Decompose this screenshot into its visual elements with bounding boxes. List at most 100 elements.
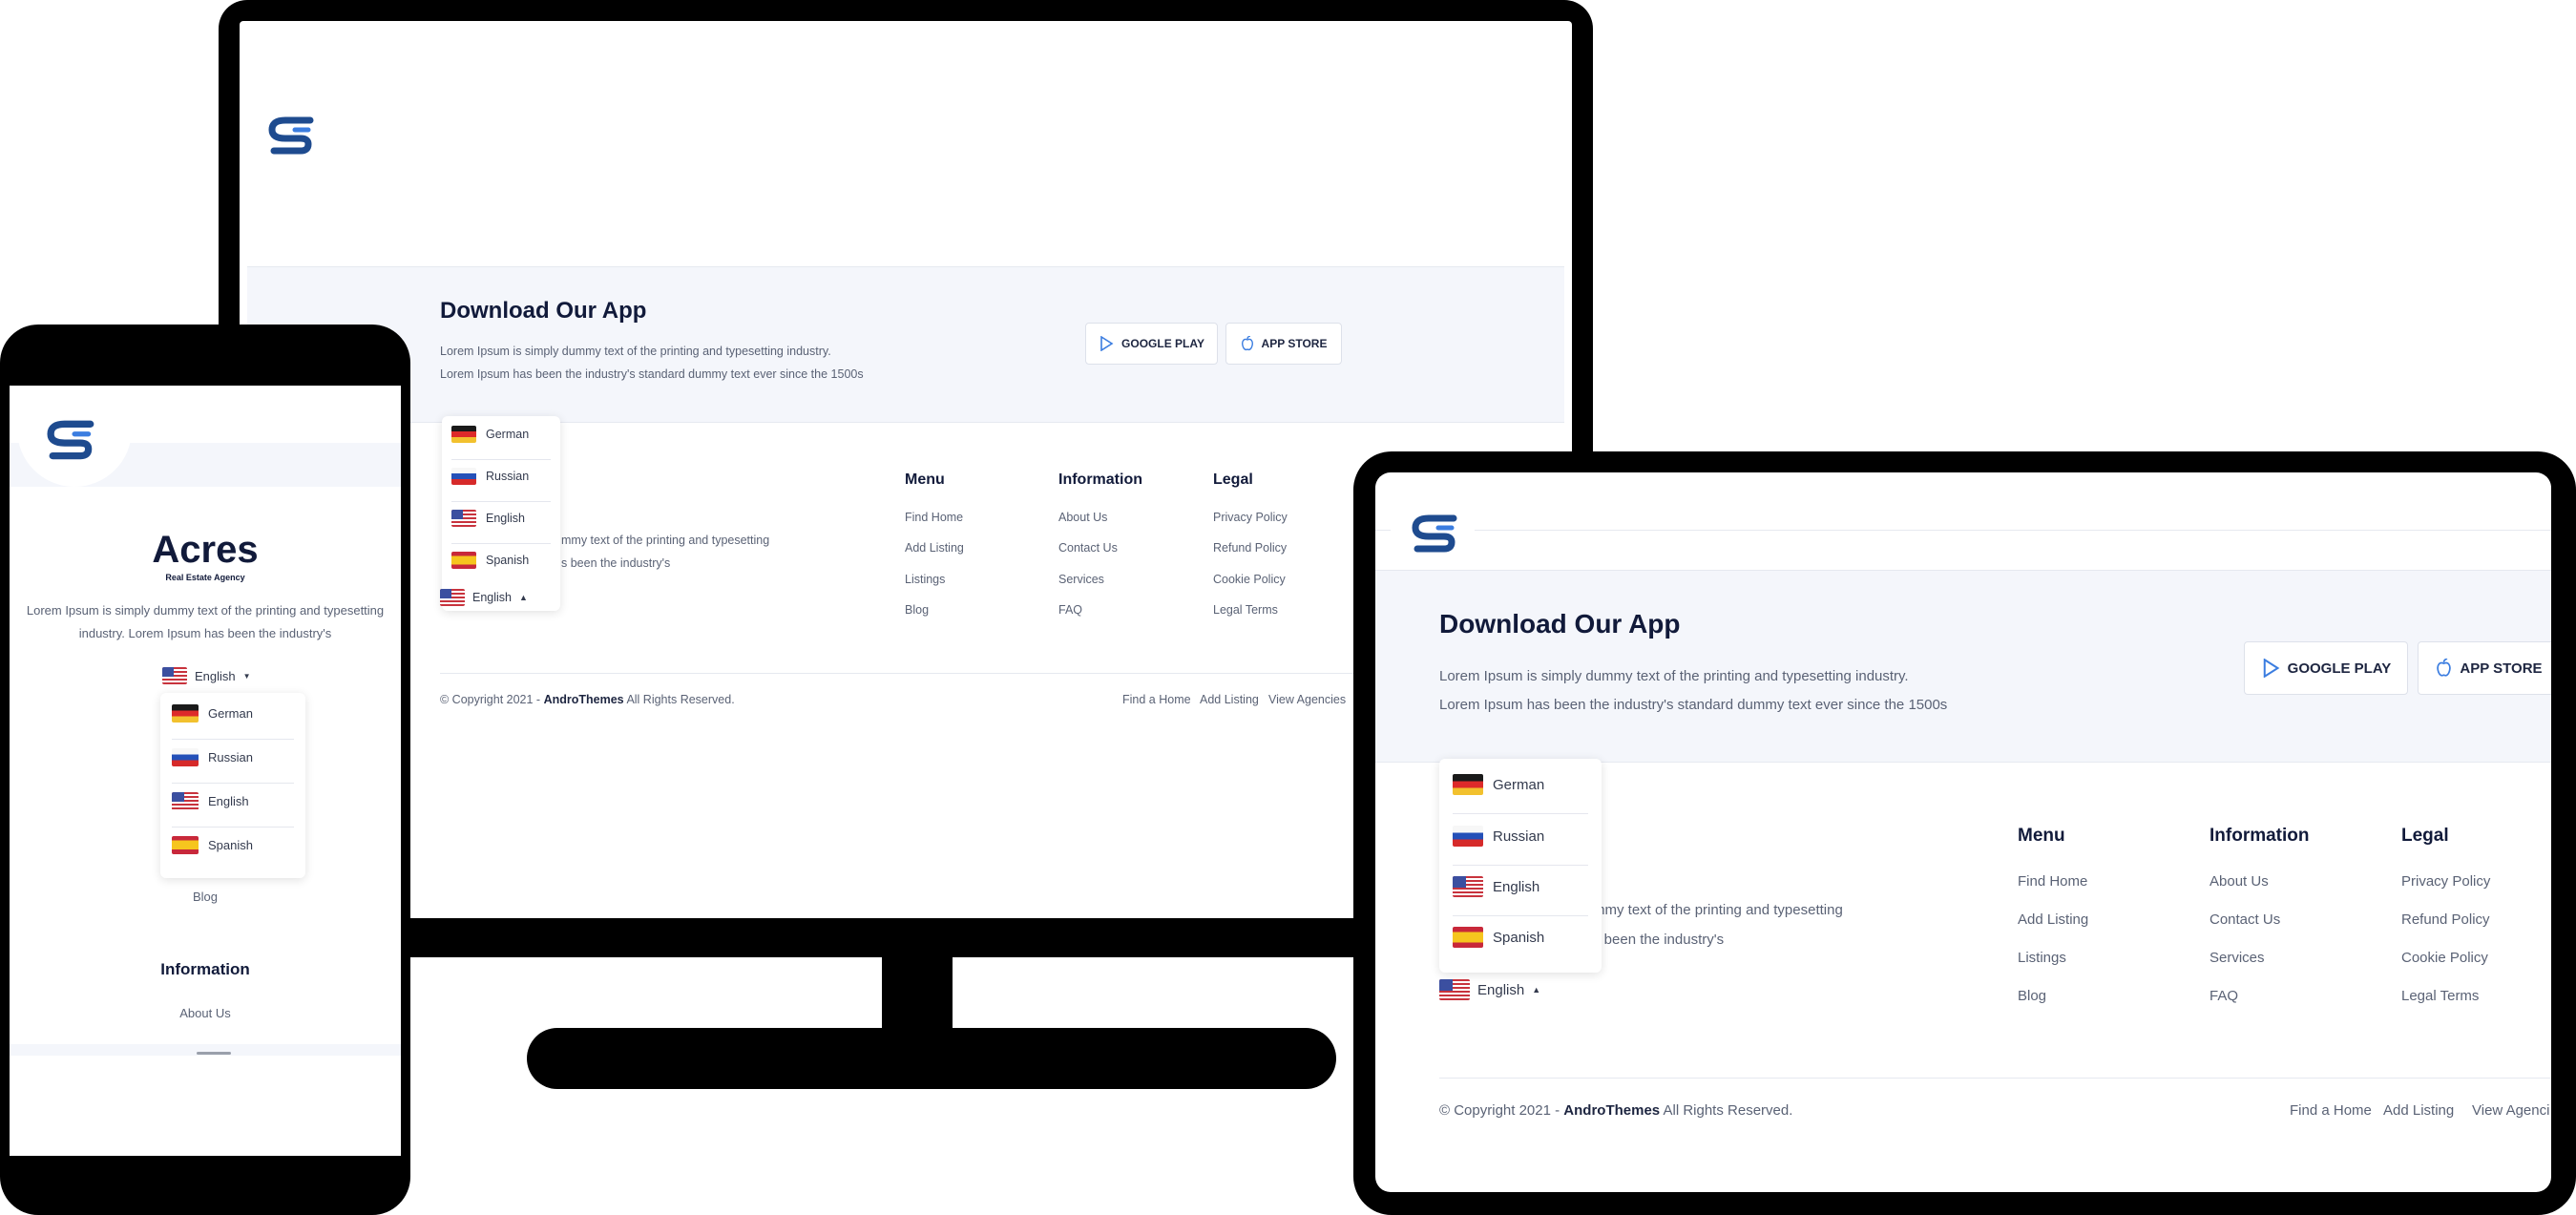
footer-link-about-us[interactable]: About Us — [1058, 511, 1107, 524]
footer-link-blog[interactable]: Blog — [905, 603, 929, 617]
footer-link-refund-policy[interactable]: Refund Policy — [2401, 911, 2490, 928]
language-option-english[interactable]: English — [172, 792, 249, 810]
monitor-stand-base — [527, 1028, 1336, 1089]
language-option-label: Spanish — [1493, 929, 1545, 946]
language-option-label: German — [208, 706, 253, 721]
language-option-german[interactable]: German — [451, 426, 529, 443]
russia-flag-icon — [451, 468, 476, 485]
footer-link-faq[interactable]: FAQ — [1058, 603, 1082, 617]
language-option-russian[interactable]: Russian — [451, 468, 529, 485]
app-store-button[interactable]: APP STORE — [1225, 323, 1342, 365]
footer-link-legal-terms[interactable]: Legal Terms — [1213, 603, 1278, 617]
tablet-screen: Download Our App Lorem Ipsum is simply d… — [1375, 472, 2551, 1192]
language-option-german[interactable]: German — [1453, 774, 1544, 795]
app-store-label: APP STORE — [2460, 660, 2543, 677]
footer-link-cookie-policy[interactable]: Cookie Policy — [1213, 573, 1286, 586]
download-app-title: Download Our App — [440, 298, 647, 324]
language-selector[interactable]: English ▲ — [1439, 979, 1540, 1000]
footer-link-find-home[interactable]: Find Home — [905, 511, 963, 524]
russia-flag-icon — [172, 748, 199, 766]
footer-link-find-home[interactable]: Find Home — [2018, 873, 2087, 890]
google-play-label: GOOGLE PLAY — [2287, 660, 2392, 677]
dropdown-divider — [1453, 813, 1588, 814]
spain-flag-icon — [1453, 927, 1483, 948]
sp-logo-icon[interactable] — [1409, 511, 1464, 558]
language-option-label: Russian — [486, 470, 530, 483]
footer-link-add-listing[interactable]: Add Listing — [905, 541, 964, 555]
footer-link-privacy-policy[interactable]: Privacy Policy — [1213, 511, 1288, 524]
google-play-button[interactable]: GOOGLE PLAY — [2244, 641, 2408, 695]
language-option-label: English — [1493, 878, 1540, 895]
footer-link-services[interactable]: Services — [2209, 950, 2265, 966]
dropdown-divider — [451, 459, 551, 460]
footer-link-blog[interactable]: Blog — [2018, 988, 2046, 1004]
footer-link-listings[interactable]: Listings — [2018, 950, 2066, 966]
language-option-spanish[interactable]: Spanish — [1453, 927, 1544, 948]
language-dropdown: German Russian English Spanish — [160, 693, 305, 878]
language-option-russian[interactable]: Russian — [1453, 826, 1544, 847]
dropdown-divider — [1453, 915, 1588, 916]
language-selected-label: English — [195, 668, 236, 683]
spain-flag-icon — [451, 552, 476, 569]
language-option-english[interactable]: English — [1453, 876, 1539, 897]
phone-link-about-us[interactable]: About Us — [10, 1006, 401, 1020]
language-option-german[interactable]: German — [172, 704, 253, 723]
google-play-label: GOOGLE PLAY — [1121, 337, 1204, 350]
language-option-label: English — [208, 794, 249, 808]
russia-flag-icon — [1453, 826, 1483, 847]
sp-logo-icon[interactable] — [266, 113, 320, 160]
caret-up-icon: ▲ — [1532, 985, 1541, 995]
usa-flag-icon — [440, 589, 465, 606]
download-app-text-2: Lorem Ipsum has been the industry's stan… — [440, 367, 864, 381]
dropdown-divider — [172, 739, 294, 740]
copyright-text: © Copyright 2021 - AndroThemes All Right… — [440, 693, 735, 706]
usa-flag-icon — [172, 792, 199, 810]
about-text-partial-1: mmy text of the printing and typesetting — [561, 534, 770, 547]
usa-flag-icon — [1439, 979, 1470, 1000]
footer-link-listings[interactable]: Listings — [905, 573, 945, 586]
footer-link-refund-policy[interactable]: Refund Policy — [1213, 541, 1287, 555]
caret-up-icon: ▲ — [519, 593, 528, 602]
phone-link-blog[interactable]: Blog — [193, 890, 218, 904]
language-option-spanish[interactable]: Spanish — [172, 836, 253, 854]
footer-divider — [1439, 1078, 2551, 1079]
footer-link-contact-us[interactable]: Contact Us — [2209, 911, 2280, 928]
footer-link-about-us[interactable]: About Us — [2209, 873, 2269, 890]
phone-home-indicator — [197, 1052, 231, 1055]
language-option-label: Spanish — [208, 838, 253, 852]
bottom-link-add-listing[interactable]: Add Listing — [2383, 1102, 2454, 1119]
bottom-link-view-agencies[interactable]: View Agenci — [2472, 1102, 2549, 1119]
app-store-button[interactable]: APP STORE — [2418, 641, 2551, 695]
about-text-partial-2: s been the industry's — [1593, 932, 1725, 948]
brand-tagline: Real Estate Agency — [165, 573, 245, 582]
footer-link-services[interactable]: Services — [1058, 573, 1104, 586]
language-option-english[interactable]: English — [451, 510, 525, 527]
footer-link-contact-us[interactable]: Contact Us — [1058, 541, 1118, 555]
sp-logo-icon[interactable] — [44, 416, 101, 466]
google-play-button[interactable]: GOOGLE PLAY — [1085, 323, 1218, 365]
bottom-link-find-a-home[interactable]: Find a Home — [2290, 1102, 2372, 1119]
language-selector[interactable]: English ▲ — [440, 589, 528, 606]
footer-link-privacy-policy[interactable]: Privacy Policy — [2401, 873, 2490, 890]
footer-link-legal-terms[interactable]: Legal Terms — [2401, 988, 2479, 1004]
language-selector[interactable]: English ▼ — [162, 667, 251, 684]
phone-screen: Acres Real Estate Agency Lorem Ipsum is … — [10, 386, 401, 1156]
footer-link-faq[interactable]: FAQ — [2209, 988, 2238, 1004]
bottom-link-find-a-home[interactable]: Find a Home — [1122, 693, 1191, 706]
copyright-brand: AndroThemes — [1563, 1102, 1661, 1119]
bottom-link-add-listing[interactable]: Add Listing — [1200, 693, 1259, 706]
legal-column-title: Legal — [1213, 471, 1253, 488]
language-option-label: Spanish — [486, 554, 530, 567]
copyright-brand: AndroThemes — [543, 693, 624, 706]
language-dropdown: German Russian English Spanish — [1439, 759, 1602, 973]
language-option-russian[interactable]: Russian — [172, 748, 253, 766]
footer-link-add-listing[interactable]: Add Listing — [2018, 911, 2088, 928]
footer-link-cookie-policy[interactable]: Cookie Policy — [2401, 950, 2488, 966]
legal-column-title: Legal — [2401, 826, 2449, 846]
tablet-header-line — [1375, 530, 2551, 531]
language-option-label: Russian — [208, 750, 253, 765]
language-option-spanish[interactable]: Spanish — [451, 552, 529, 569]
apple-icon — [2437, 659, 2452, 677]
bottom-link-view-agencies[interactable]: View Agencies — [1268, 693, 1346, 706]
usa-flag-icon — [451, 510, 476, 527]
